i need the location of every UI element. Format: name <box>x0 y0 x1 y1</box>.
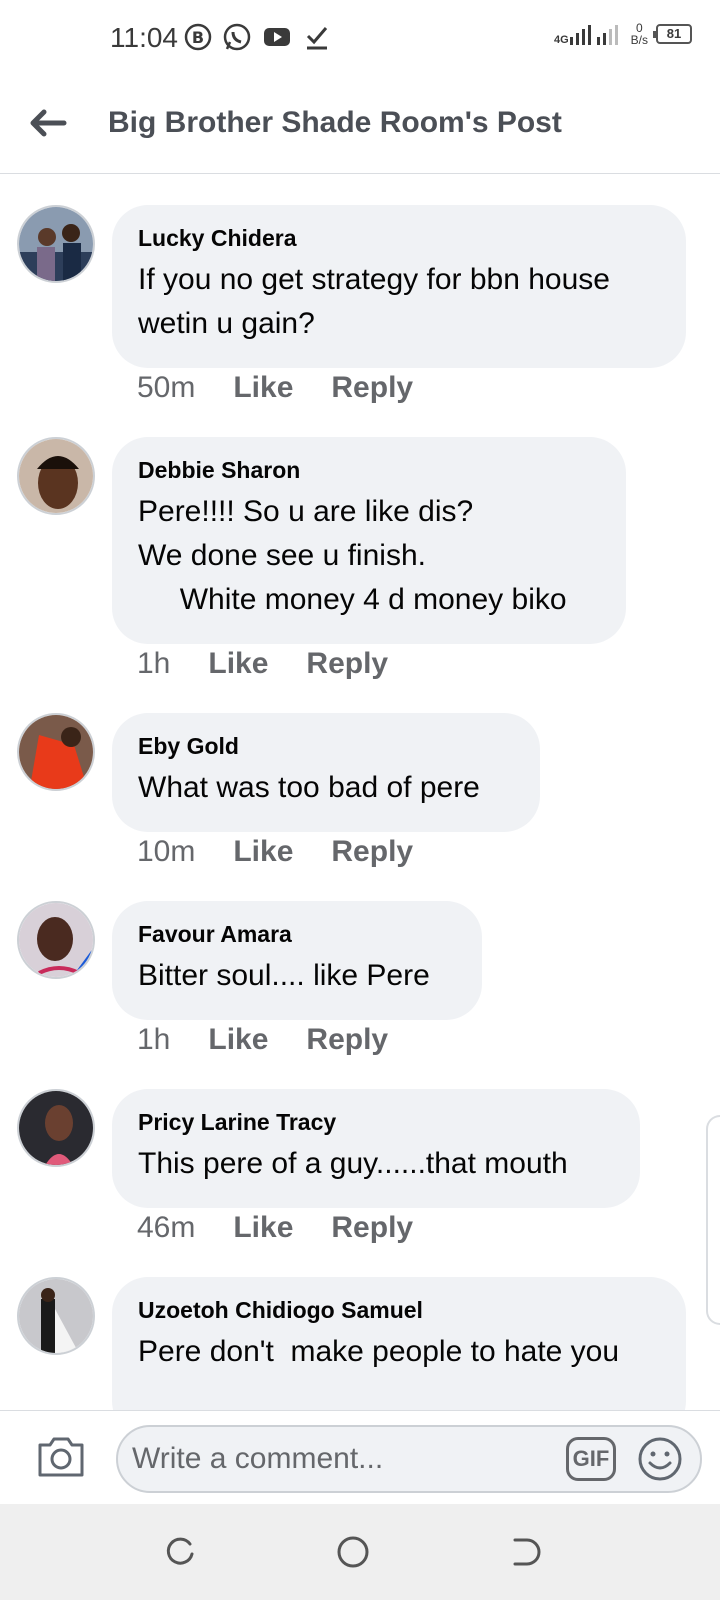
comment-text: What was too bad of pere <box>138 771 480 804</box>
comment-time[interactable]: 46m <box>137 1211 195 1245</box>
system-nav-bar <box>0 1504 720 1600</box>
back-nav-icon[interactable] <box>505 1532 545 1572</box>
bitcoin-icon: B <box>184 23 212 51</box>
comment-actions: 10m Like Reply <box>137 835 451 869</box>
avatar[interactable] <box>17 713 95 791</box>
like-button[interactable]: Like <box>208 1023 268 1057</box>
home-icon[interactable] <box>333 1532 373 1572</box>
status-time: 11:04 <box>110 22 178 53</box>
reply-button[interactable]: Reply <box>331 371 413 405</box>
comment-text: Pere!!!! So u are like dis? We done see … <box>138 495 567 616</box>
network-indicator: 4G <box>553 23 623 46</box>
comment-author[interactable]: Lucky Chidera <box>138 225 660 252</box>
comment-time[interactable]: 10m <box>137 835 195 869</box>
comment-list[interactable]: Lucky Chidera If you no get strategy for… <box>0 175 720 1410</box>
comment-author[interactable]: Favour Amara <box>138 921 456 948</box>
comment-bubble[interactable]: Eby Gold What was too bad of pere <box>112 713 540 832</box>
like-button[interactable]: Like <box>233 371 293 405</box>
back-arrow-icon[interactable] <box>26 102 70 146</box>
comment-time[interactable]: 1h <box>137 647 170 681</box>
svg-text:B: B <box>192 28 204 47</box>
avatar[interactable] <box>17 437 95 515</box>
comment-author[interactable]: Pricy Larine Tracy <box>138 1109 614 1136</box>
comment-input[interactable] <box>132 1427 532 1491</box>
camera-icon[interactable] <box>36 1433 86 1479</box>
avatar[interactable] <box>17 205 95 283</box>
reply-button[interactable]: Reply <box>306 647 388 681</box>
avatar[interactable] <box>17 1277 95 1355</box>
avatar[interactable] <box>17 1089 95 1167</box>
comment-author[interactable]: Uzoetoh Chidiogo Samuel <box>138 1297 660 1324</box>
download-check-icon <box>306 27 328 50</box>
page-header: Big Brother Shade Room's Post <box>0 80 720 174</box>
like-button[interactable]: Like <box>233 1211 293 1245</box>
comment-text: Pere don't make people to hate you <box>138 1335 620 1368</box>
emoji-icon[interactable] <box>636 1435 684 1483</box>
comment-actions: 1h Like Reply <box>137 1023 426 1057</box>
comment-bubble[interactable]: Uzoetoh Chidiogo Samuel Pere don't make … <box>112 1277 686 1410</box>
whatsapp-icon <box>223 23 251 51</box>
net-speed: 0 B/s <box>631 22 648 46</box>
comment-author[interactable]: Eby Gold <box>138 733 514 760</box>
comment-actions: 46m Like Reply <box>137 1211 451 1245</box>
reply-button[interactable]: Reply <box>331 835 413 869</box>
reply-button[interactable]: Reply <box>331 1211 413 1245</box>
net-speed-unit: B/s <box>630 33 648 47</box>
comment-bubble[interactable]: Lucky Chidera If you no get strategy for… <box>112 205 686 368</box>
reply-button[interactable]: Reply <box>306 1023 388 1057</box>
network-type: 4G <box>553 34 569 46</box>
avatar[interactable] <box>17 901 95 979</box>
page-title: Big Brother Shade Room's Post <box>108 106 562 139</box>
gif-button[interactable]: GIF <box>566 1437 616 1481</box>
battery-icon: 81 <box>653 24 692 44</box>
comment-actions: 50m Like Reply <box>137 371 451 405</box>
signal-2-icon <box>596 25 618 45</box>
comment-text: If you no get strategy for bbn house wet… <box>138 263 610 340</box>
like-button[interactable]: Like <box>208 647 268 681</box>
scroll-handle[interactable] <box>706 1115 720 1325</box>
comment-composer: GIF <box>0 1410 720 1504</box>
comment-bubble[interactable]: Debbie Sharon Pere!!!! So u are like dis… <box>112 437 626 644</box>
comment-bubble[interactable]: Pricy Larine Tracy This pere of a guy...… <box>112 1089 640 1208</box>
comment-author[interactable]: Debbie Sharon <box>138 457 600 484</box>
status-bar: 11:04 B 4G 0 B/s 81 <box>0 0 720 80</box>
comment-actions: 1h Like Reply <box>137 647 426 681</box>
like-button[interactable]: Like <box>233 835 293 869</box>
comment-time[interactable]: 1h <box>137 1023 170 1057</box>
youtube-icon <box>264 28 290 46</box>
comment-bubble[interactable]: Favour Amara Bitter soul.... like Pere <box>112 901 482 1020</box>
recent-apps-icon[interactable] <box>160 1532 200 1572</box>
comment-text: This pere of a guy......that mouth <box>138 1147 568 1180</box>
signal-icon <box>569 25 591 45</box>
status-right-group: 4G 0 B/s 81 <box>554 22 692 46</box>
comment-input-wrapper[interactable]: GIF <box>116 1425 702 1493</box>
comment-time[interactable]: 50m <box>137 371 195 405</box>
comment-text: Bitter soul.... like Pere <box>138 959 430 992</box>
